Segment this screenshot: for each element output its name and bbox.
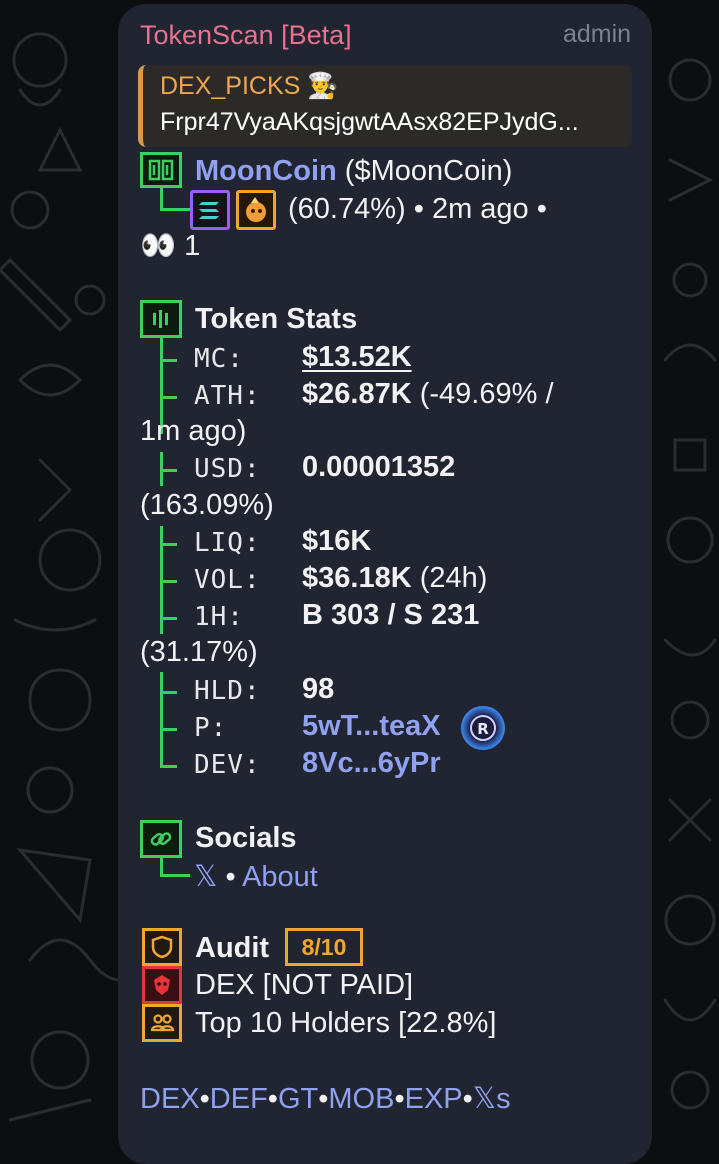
vol-value-line: $36.18K (24h) bbox=[302, 562, 487, 595]
vol-label: VOL: bbox=[194, 565, 261, 595]
footer-separator: • bbox=[462, 1083, 473, 1115]
liq-value: $16K bbox=[302, 525, 372, 557]
dev-link[interactable]: 8Vc...6yPr bbox=[302, 747, 441, 780]
footer-separator: • bbox=[318, 1083, 329, 1115]
ath-value: $26.87K bbox=[302, 378, 412, 410]
h1-value: B 303 / S 231 bbox=[302, 599, 480, 631]
holders-icon bbox=[142, 1004, 182, 1042]
x-link[interactable]: 𝕏 bbox=[194, 861, 217, 893]
token-title: MoonCoin ($MoonCoin) bbox=[195, 155, 512, 188]
ath-time: 1m ago) bbox=[140, 415, 247, 447]
usd-label: USD: bbox=[194, 454, 261, 484]
ath-value-line: $26.87K (-49.69% / bbox=[302, 378, 554, 411]
footer-link-def[interactable]: DEF bbox=[210, 1083, 268, 1115]
hld-label: HLD: bbox=[194, 676, 261, 706]
vol-period: (24h) bbox=[419, 562, 488, 594]
footer-link-gt[interactable]: GT bbox=[278, 1083, 318, 1115]
stats-title: Token Stats bbox=[195, 303, 358, 335]
usd-value: 0.00001352 bbox=[302, 451, 456, 483]
ath-label: ATH: bbox=[194, 381, 261, 411]
usd-change: (163.09%) bbox=[140, 489, 274, 521]
reply-text: Frpr47VyaAKqsjgwtAAsx82EPJydG... bbox=[160, 108, 579, 136]
link-icon bbox=[140, 820, 182, 858]
footer-separator: • bbox=[394, 1083, 405, 1115]
dev-label: DEV: bbox=[194, 750, 261, 780]
footer-separator: • bbox=[199, 1083, 210, 1115]
footer-link-xs[interactable]: 𝕏s bbox=[473, 1083, 511, 1115]
audit-title: Audit bbox=[195, 932, 270, 964]
pump-icon bbox=[236, 190, 276, 230]
socials-links: 𝕏 • About bbox=[194, 859, 318, 894]
top-holders: Top 10 Holders [22.8%] bbox=[195, 1007, 497, 1039]
solana-icon bbox=[190, 190, 230, 230]
socials-title: Socials bbox=[195, 822, 297, 854]
token-ticker: ($MoonCoin) bbox=[344, 155, 513, 187]
mc-value[interactable]: $13.52K bbox=[302, 341, 412, 374]
pair-link[interactable]: 5wT...teaX bbox=[302, 710, 441, 743]
footer-link-exp[interactable]: EXP bbox=[405, 1083, 463, 1115]
stats-icon bbox=[140, 300, 182, 338]
ath-change: (-49.69% / bbox=[419, 378, 554, 410]
contract-icon bbox=[140, 152, 182, 188]
audit-score-badge: 8/10 bbox=[285, 928, 363, 966]
sender-role: admin bbox=[563, 20, 632, 48]
raydium-icon: R bbox=[461, 706, 505, 750]
sender-name[interactable]: TokenScan [Beta] bbox=[140, 20, 352, 51]
pair-label: P: bbox=[194, 713, 228, 743]
liq-label: LIQ: bbox=[194, 528, 261, 558]
reply-title: DEX_PICKS 👨‍🍳 bbox=[160, 72, 339, 100]
h1-label: 1H: bbox=[194, 602, 244, 632]
dex-status: DEX [NOT PAID] bbox=[195, 969, 414, 1001]
footer-separator: • bbox=[267, 1083, 278, 1115]
footer-link-mob[interactable]: MOB bbox=[328, 1083, 394, 1115]
svg-text:R: R bbox=[477, 720, 489, 738]
mc-label: MC: bbox=[194, 344, 244, 374]
socials-separator: • bbox=[225, 861, 236, 893]
hld-value: 98 bbox=[302, 673, 335, 705]
dex-unpaid-icon bbox=[142, 966, 182, 1004]
footer-links: DEX•DEF•GT•MOB•EXP•𝕏s bbox=[140, 1081, 511, 1116]
h1-change: (31.17%) bbox=[140, 636, 258, 668]
footer-link-dex[interactable]: DEX bbox=[140, 1083, 200, 1115]
token-name-link[interactable]: MoonCoin bbox=[195, 155, 337, 187]
reply-preview[interactable]: DEX_PICKS 👨‍🍳 Frpr47VyaAKqsjgwtAAsx82EPJ… bbox=[138, 65, 632, 147]
vol-value: $36.18K bbox=[302, 562, 412, 594]
shield-icon bbox=[142, 928, 182, 966]
token-meta: (60.74%) • 2m ago • bbox=[288, 193, 547, 225]
about-link[interactable]: About bbox=[242, 861, 318, 893]
views-count: 👀 1 bbox=[140, 230, 201, 262]
